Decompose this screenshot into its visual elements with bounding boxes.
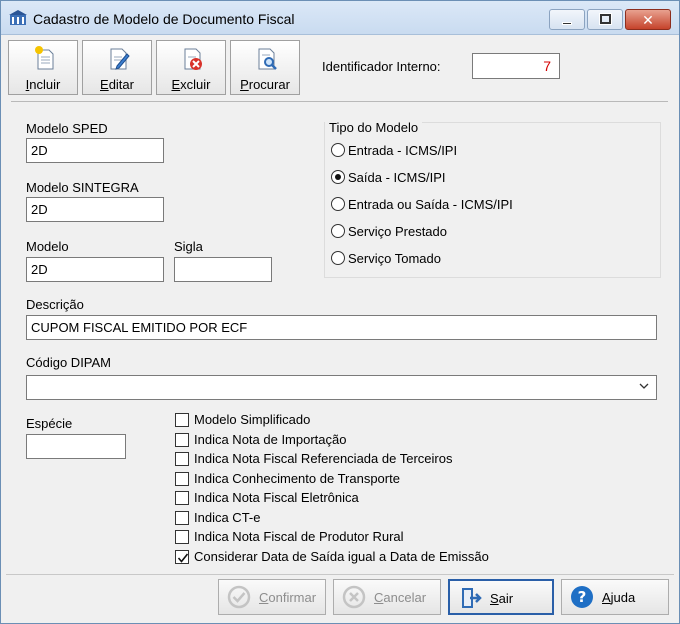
descricao-label: Descrição <box>26 297 84 312</box>
new-document-icon <box>35 46 54 70</box>
confirmar-label: Confirmar <box>259 590 317 605</box>
modelo-sintegra-input[interactable]: 2D <box>26 197 164 222</box>
ajuda-button[interactable]: ? Ajuda <box>561 579 669 615</box>
modelo-label: Modelo <box>26 239 69 254</box>
minimize-icon <box>562 22 572 25</box>
chevron-down-icon <box>639 383 649 389</box>
ajuda-label: Ajuda <box>602 590 636 605</box>
excluir-label: Excluir <box>171 77 211 92</box>
radio-label: Entrada - ICMS/IPI <box>348 143 458 158</box>
radio-button <box>331 224 345 238</box>
exit-door-icon <box>462 588 482 608</box>
footer-bar: Confirmar Cancelar Sair ? Ajuda <box>6 574 674 619</box>
checkbox-box <box>175 413 189 427</box>
checkbox-label: Considerar Data de Saída igual a Data de… <box>194 549 489 564</box>
checkbox-label: Modelo Simplificado <box>194 412 311 427</box>
identificador-interno-label: Identificador Interno: <box>322 59 441 74</box>
checkbox-box <box>175 472 189 486</box>
procurar-button[interactable]: Procurar <box>230 40 300 95</box>
radio-label: Serviço Prestado <box>348 224 447 239</box>
tipo-modelo-title: Tipo do Modelo <box>325 120 423 135</box>
sigla-input[interactable] <box>174 257 272 282</box>
close-icon: ✕ <box>642 12 654 28</box>
cancelar-button[interactable]: Cancelar <box>333 579 441 615</box>
checkbox-label: Indica Nota de Importação <box>194 432 347 447</box>
checkbox-box <box>175 433 189 447</box>
codigo-dipam-label: Código DIPAM <box>26 355 112 370</box>
excluir-button[interactable]: Excluir <box>156 40 226 95</box>
procurar-label: Procurar <box>240 77 290 92</box>
search-document-icon <box>258 48 277 70</box>
maximize-button[interactable] <box>587 9 623 30</box>
svg-text:?: ? <box>578 588 587 606</box>
identificador-interno-field[interactable]: 7 <box>472 53 560 79</box>
checkbox-box <box>175 530 189 544</box>
checkbox-box <box>175 491 189 505</box>
checkbox-label: Indica Nota Fiscal de Produtor Rural <box>194 529 404 544</box>
modelo-sped-label: Modelo SPED <box>26 121 108 136</box>
cancelar-label: Cancelar <box>374 590 427 605</box>
checkbox-label: Indica CT-e <box>194 510 261 525</box>
modelo-sped-input[interactable]: 2D <box>26 138 164 163</box>
checkbox-box-checked <box>175 550 189 564</box>
sair-button[interactable]: Sair <box>448 579 554 615</box>
editar-label: Editar <box>100 77 134 92</box>
tipo-modelo-group: Tipo do Modelo Entrada - ICMS/IPI Saída … <box>324 120 661 278</box>
checkmark-icon <box>177 553 189 563</box>
checkbox-label: Indica Conhecimento de Transporte <box>194 471 400 486</box>
codigo-dipam-select[interactable] <box>26 375 657 400</box>
radio-button <box>331 143 345 157</box>
modelo-sintegra-label: Modelo SINTEGRA <box>26 180 139 195</box>
delete-document-icon <box>184 48 202 70</box>
descricao-input[interactable]: CUPOM FISCAL EMITIDO POR ECF <box>26 315 657 340</box>
modelo-input[interactable]: 2D <box>26 257 164 282</box>
radio-button <box>331 251 345 265</box>
radio-button <box>331 197 345 211</box>
title-bar[interactable]: Cadastro de Modelo de Documento Fiscal ✕ <box>1 1 679 35</box>
check-circle-icon <box>227 585 251 609</box>
sair-label: Sair <box>490 591 514 606</box>
radio-label: Entrada ou Saída - ICMS/IPI <box>348 197 513 212</box>
minimize-button[interactable] <box>549 9 585 30</box>
radio-label: Saída - ICMS/IPI <box>348 170 446 185</box>
editar-button[interactable]: Editar <box>82 40 152 95</box>
dialog-window: Cadastro de Modelo de Documento Fiscal ✕… <box>0 0 680 624</box>
edit-document-icon <box>110 48 130 70</box>
building-icon <box>9 10 27 25</box>
form-panel: Modelo SPED 2D Modelo SINTEGRA 2D Modelo… <box>11 101 668 569</box>
checkbox-box <box>175 511 189 525</box>
incluir-label: Incluir <box>25 77 61 92</box>
close-button[interactable]: ✕ <box>625 9 671 30</box>
sigla-label: Sigla <box>174 239 203 254</box>
help-icon: ? <box>571 586 593 608</box>
checkbox-label: Indica Nota Fiscal Eletrônica <box>194 490 359 505</box>
checkbox-label: Indica Nota Fiscal Referenciada de Terce… <box>194 451 453 466</box>
radio-button-selected <box>331 170 345 184</box>
cancel-circle-icon <box>342 585 366 609</box>
window-title: Cadastro de Modelo de Documento Fiscal <box>33 11 295 27</box>
confirmar-button[interactable]: Confirmar <box>218 579 326 615</box>
incluir-button[interactable]: Incluir <box>8 40 78 95</box>
maximize-icon <box>599 13 612 25</box>
checkbox-box <box>175 452 189 466</box>
toolbar: Incluir Editar Excluir Procurar Identifi… <box>6 39 674 97</box>
especie-label: Espécie <box>26 416 73 431</box>
radio-label: Serviço Tomado <box>348 251 441 266</box>
especie-input[interactable] <box>26 434 126 459</box>
